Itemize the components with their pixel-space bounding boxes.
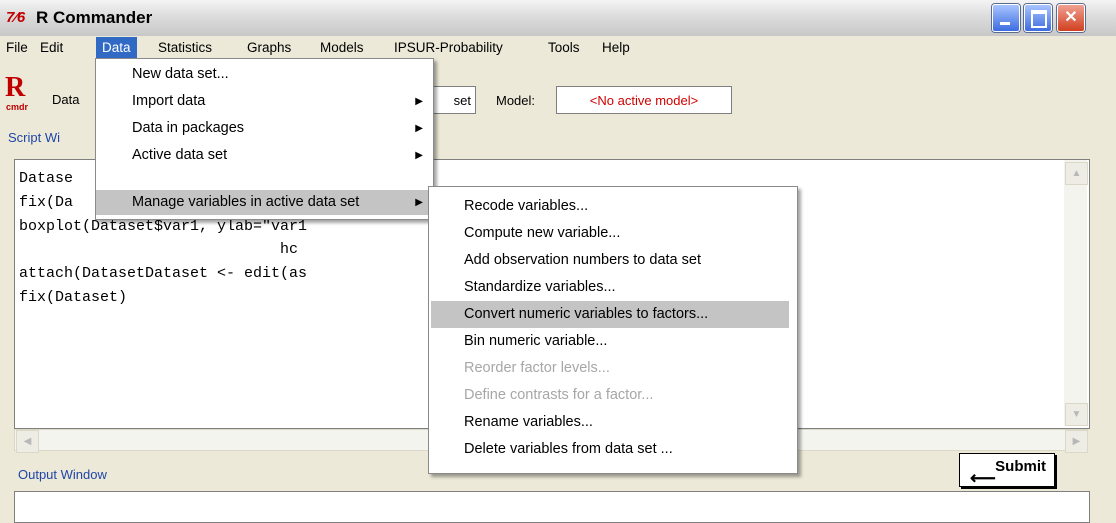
active-model-button[interactable]: <No active model> [556, 86, 732, 114]
menu-models[interactable]: Models [320, 40, 364, 55]
rcmdr-logo-sub: cmdr [6, 102, 29, 112]
submenu-arrow-icon: ▶ [415, 150, 423, 161]
window-title: R Commander [36, 8, 153, 27]
menu-item-define-contrasts: Define contrasts for a factor... [464, 387, 654, 403]
menu-item-recode-variables[interactable]: Recode variables... [429, 193, 797, 220]
menu-item-reorder-factor-levels: Reorder factor levels... [464, 360, 610, 376]
script-vertical-scrollbar[interactable]: ▲ ▼ [1064, 160, 1088, 426]
script-line: fix(Da [19, 194, 74, 211]
menu-data[interactable]: Data [96, 37, 137, 58]
menu-statistics[interactable]: Statistics [158, 40, 212, 55]
maximize-icon [1031, 10, 1047, 28]
app-icon: 7⁄6 [6, 9, 26, 26]
submenu-arrow-icon: ▶ [415, 123, 423, 134]
close-button[interactable]: ✕ [1057, 4, 1085, 32]
scroll-right-icon[interactable]: ▶ [1065, 430, 1088, 453]
scroll-up-icon[interactable]: ▲ [1065, 162, 1088, 185]
menu-item-delete-variables[interactable]: Delete variables from data set ... [429, 436, 797, 463]
menu-graphs[interactable]: Graphs [247, 40, 291, 55]
script-line: fix(Dataset) [19, 289, 128, 306]
menu-help[interactable]: Help [602, 40, 630, 55]
data-set-label: Data [52, 92, 80, 107]
output-window[interactable] [14, 491, 1090, 523]
scroll-down-icon[interactable]: ▼ [1065, 403, 1088, 426]
submenu-arrow-icon: ▶ [415, 96, 423, 107]
data-menu: New data set... Import data ▶ Data in pac… [95, 58, 434, 220]
title-bar[interactable] [0, 0, 1116, 36]
maximize-button[interactable] [1024, 4, 1052, 32]
menu-item-active-data-set[interactable]: Active data set ▶ [96, 143, 433, 168]
manage-variables-submenu: Recode variables... Compute new variable… [428, 186, 798, 474]
menu-item-manage-variables[interactable]: Manage variables in active data set ▶ [96, 190, 433, 215]
model-label: Model: [496, 93, 536, 108]
menu-file[interactable]: File [6, 40, 28, 55]
menu-item-rename-variables[interactable]: Rename variables... [429, 409, 797, 436]
menu-tools[interactable]: Tools [548, 40, 580, 55]
menu-item-compute-new-variable[interactable]: Compute new variable... [429, 220, 797, 247]
menu-item-data-in-packages[interactable]: Data in packages ▶ [96, 116, 433, 141]
minimize-button[interactable] [992, 4, 1020, 32]
scroll-left-icon[interactable]: ◀ [16, 430, 39, 453]
menu-ipsur-probability[interactable]: IPSUR-Probability [394, 40, 503, 55]
output-window-label: Output Window [18, 467, 107, 482]
close-icon: ✕ [1064, 9, 1078, 26]
menu-item-new-data-set[interactable]: New data set... [96, 62, 433, 87]
submenu-arrow-icon: ▶ [415, 197, 423, 208]
submit-arrow-icon: ⟵ [970, 468, 996, 488]
menu-item-add-observation-numbers[interactable]: Add observation numbers to data set [429, 247, 797, 274]
edit-data-set-button[interactable]: set [428, 86, 476, 114]
script-line: hc [19, 241, 299, 258]
menu-item-bin-numeric-variable[interactable]: Bin numeric variable... [429, 328, 797, 355]
menu-item-standardize-variables[interactable]: Standardize variables... [429, 274, 797, 301]
minimize-icon [1000, 22, 1010, 25]
script-line: attach(DatasetDataset <- edit(as [19, 265, 308, 282]
rcmdr-logo: R [5, 72, 26, 103]
menu-item-convert-numeric-to-factors[interactable]: Convert numeric variables to factors... [431, 301, 789, 328]
script-window-label: Script Wi [8, 130, 60, 145]
menu-edit[interactable]: Edit [40, 40, 63, 55]
menu-item-import-data[interactable]: Import data ▶ [96, 89, 433, 114]
